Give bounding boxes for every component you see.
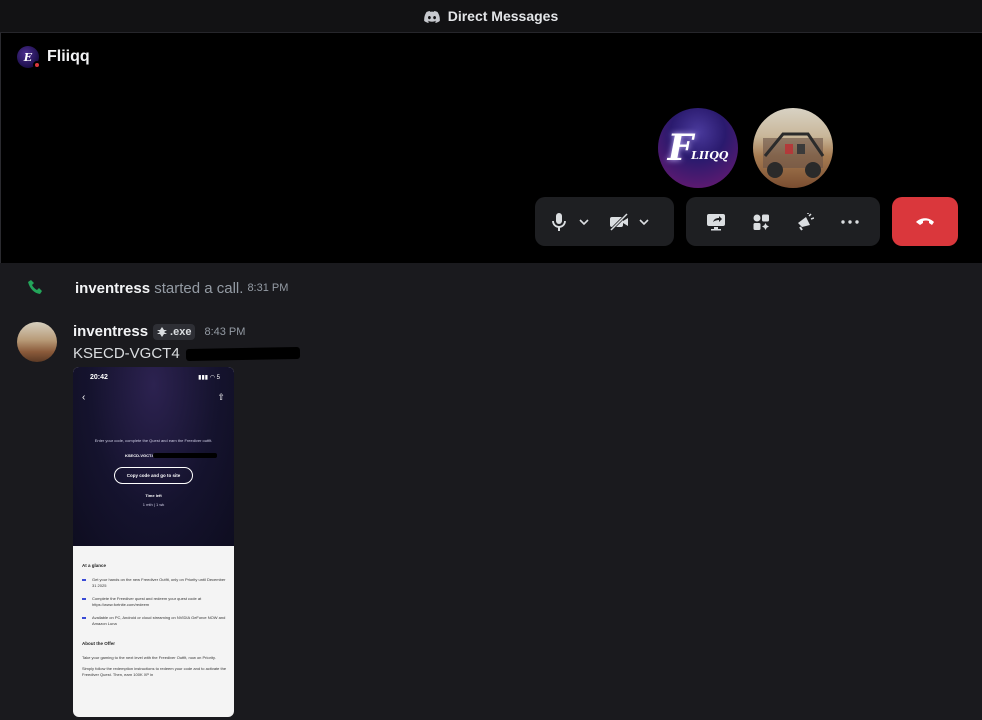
camera-options-button[interactable] xyxy=(635,206,653,238)
phone-status-time: 20:42 xyxy=(90,374,108,381)
mic-camera-controls xyxy=(535,197,674,246)
screenshot-code: KSECD-VGCT4 xyxy=(125,453,154,458)
system-message-action: started a call. xyxy=(154,279,244,297)
participant-avatar-fliiqq[interactable]: F LIIQQ xyxy=(658,108,738,188)
phone-status-icons: ▮▮▮ ◠ 5 xyxy=(198,375,220,381)
screenshot-at-glance-heading: At a glance xyxy=(82,563,107,568)
microphone-button[interactable] xyxy=(543,206,575,238)
more-horizontal-icon xyxy=(841,219,859,224)
system-message-call-started: inventress started a call. 8:31 PM xyxy=(27,279,288,297)
microphone-icon xyxy=(552,212,566,231)
screen-share-button[interactable] xyxy=(700,206,732,238)
message-timestamp: 8:43 PM xyxy=(204,325,246,338)
screenshot-about-heading: About the Offer xyxy=(82,641,115,646)
system-message-user[interactable]: inventress xyxy=(75,280,150,297)
list-item: Complete the Freediver quest and redeem … xyxy=(82,596,228,608)
message-text: KSECD-VGCT4 xyxy=(73,345,180,362)
system-message-text: inventress started a call. xyxy=(75,280,243,297)
participant-avatar-inventress[interactable] xyxy=(753,108,833,188)
voice-call-panel: E Fliiqq F LIIQQ xyxy=(0,33,982,263)
phone-icon xyxy=(28,280,42,294)
message-content: KSECD-VGCT4 xyxy=(73,345,300,362)
screenshot-time-left-label: Time left xyxy=(145,493,162,498)
user-avatar-small[interactable]: E xyxy=(17,46,41,69)
screenshot-header-area: 20:42 ▮▮▮ ◠ 5 ‹ ⇧ Enter your code, compl… xyxy=(73,367,234,546)
screenshot-paragraph: Take your gaming to the next level with … xyxy=(82,655,216,660)
soundboard-button[interactable] xyxy=(789,206,821,238)
screenshot-copy-button: Copy code and go to site xyxy=(114,467,193,484)
chevron-down-icon xyxy=(639,218,649,225)
chevron-down-icon xyxy=(579,218,589,225)
disconnect-call-button[interactable] xyxy=(892,197,958,246)
image-attachment[interactable]: 20:42 ▮▮▮ ◠ 5 ‹ ⇧ Enter your code, compl… xyxy=(73,367,234,717)
screenshot-time-left-value: 1 mth | 1 wk xyxy=(142,502,165,507)
title-bar: Direct Messages xyxy=(0,0,982,33)
back-arrow-icon: ‹ xyxy=(82,392,86,403)
microphone-options-button[interactable] xyxy=(575,206,593,238)
window-title: Direct Messages xyxy=(447,8,559,24)
camera-off-icon xyxy=(609,212,629,231)
list-item: Get your hands on the new Freediver Outf… xyxy=(82,577,228,589)
screenshot-offer-details: At a glance Get your hands on the new Fr… xyxy=(82,563,228,683)
message-author-avatar[interactable] xyxy=(17,322,57,362)
message-list: inventress started a call. 8:31 PM inven… xyxy=(0,263,982,720)
screenshot-paragraph: Simply follow the redemption instruction… xyxy=(82,666,227,677)
call-header: E Fliiqq xyxy=(17,46,90,69)
avatar-initial: F xyxy=(667,127,694,169)
avatar-subtext: LIIQQ xyxy=(691,148,729,162)
status-dot xyxy=(33,61,41,69)
more-options-button[interactable] xyxy=(834,206,866,238)
server-tag-badge[interactable]: .exe xyxy=(153,323,196,340)
message-header: inventress .exe 8:43 PM xyxy=(73,323,245,340)
screen-share-icon xyxy=(707,213,726,230)
hang-up-icon xyxy=(916,218,934,225)
camera-button[interactable] xyxy=(603,206,635,238)
screenshot-subtitle: Enter your code, complete the Quest and … xyxy=(94,438,213,443)
call-username[interactable]: Fliiqq xyxy=(47,48,90,66)
list-item: Available on PC, Android or cloud stream… xyxy=(82,615,228,627)
activities-button[interactable] xyxy=(745,206,777,238)
system-message-timestamp: 8:31 PM xyxy=(247,282,289,294)
soundboard-icon xyxy=(798,212,815,231)
diamond-icon xyxy=(157,326,168,337)
discord-logo-icon xyxy=(423,10,440,23)
message-author-name[interactable]: inventress xyxy=(73,323,148,340)
screenshot-redaction xyxy=(153,453,217,458)
share-icon: ⇧ xyxy=(217,392,225,402)
call-activity-controls xyxy=(686,197,880,246)
server-tag-text: .exe xyxy=(170,325,192,338)
redaction-scribble xyxy=(185,346,300,361)
activities-icon xyxy=(753,214,769,230)
